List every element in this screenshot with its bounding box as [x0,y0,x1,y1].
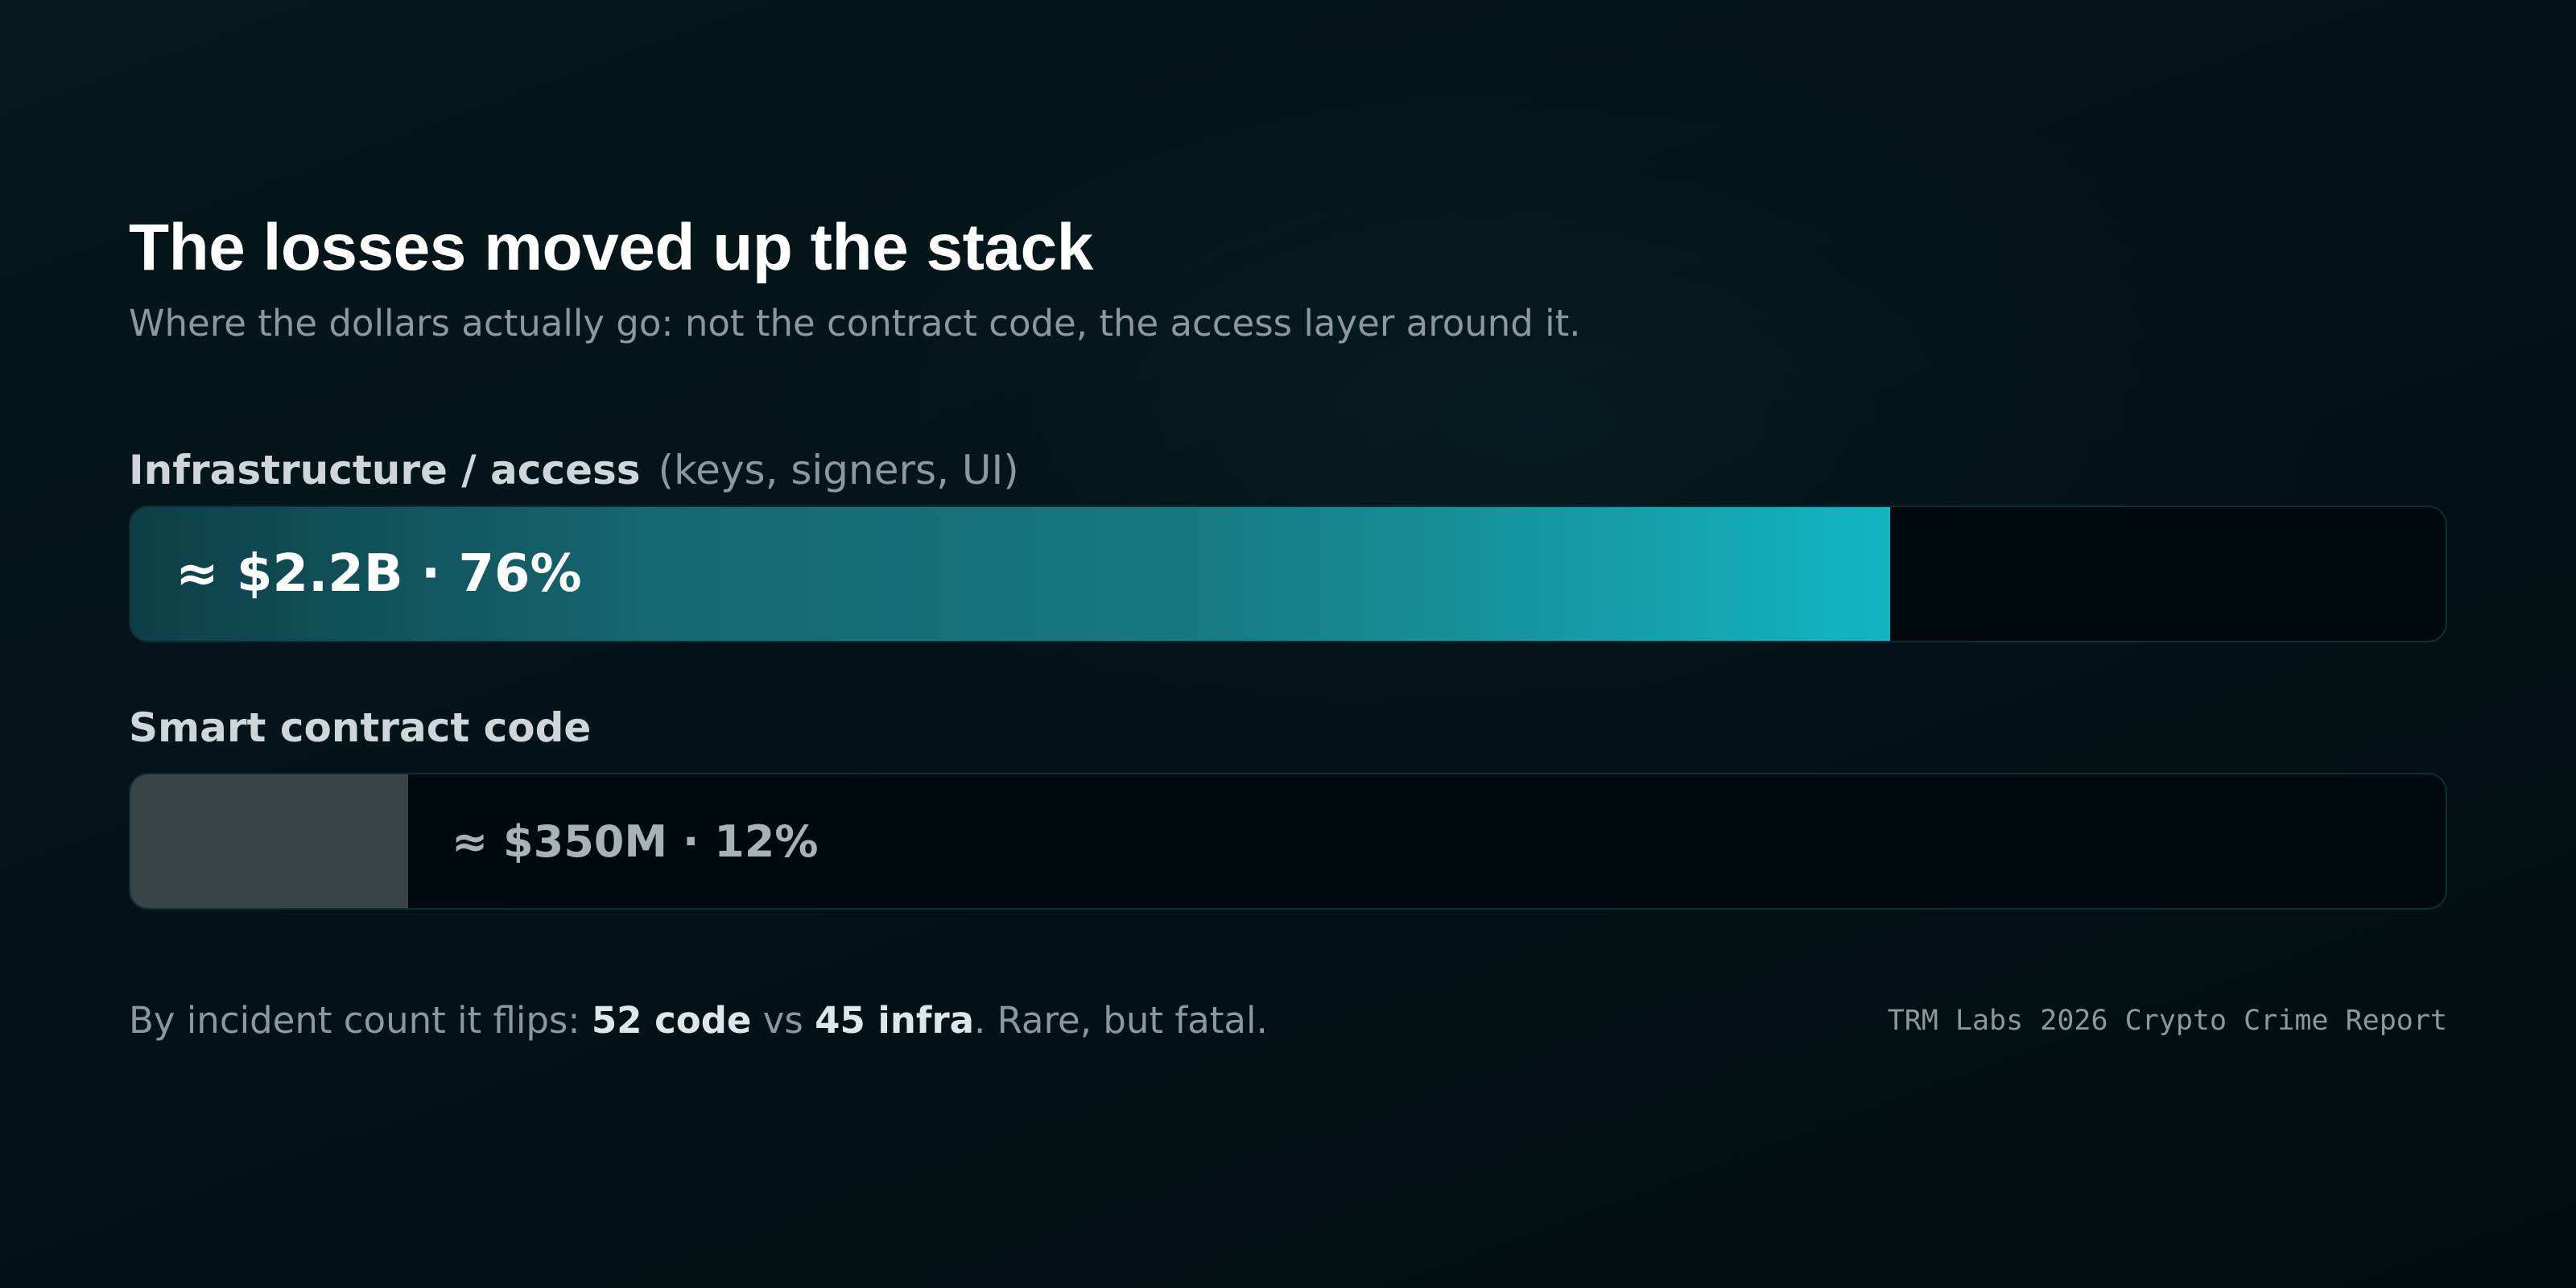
footnote: By incident count it flips: 52 code vs 4… [129,997,1268,1045]
footnote-code-count: 52 code [591,999,752,1042]
footnote-infra-count: 45 infra [815,999,975,1042]
category-detail: (keys, signers, UI) [658,447,1019,493]
footnote-suffix: . Rare, but fatal. [974,999,1268,1042]
bar-label-smart-contract: Smart contract code [129,704,2447,752]
chart-card: The losses moved up the stack Where the … [129,209,2447,1053]
footnote-middle: vs [751,999,815,1042]
category-label: Infrastructure / access [129,447,641,493]
bar-label-infrastructure: Infrastructure / access (keys, signers, U… [129,446,2447,494]
bar-smart-contract [130,774,408,908]
source-credit: TRM Labs 2026 Crypto Crime Report [1887,1005,2447,1037]
bar-row-smart-contract: Smart contract code ≈ $350M · 12% [129,704,2447,910]
data-label-smart-contract: ≈ $350M · 12% [452,815,819,867]
chart-title: The losses moved up the stack [129,211,1093,284]
bar-track-infrastructure: ≈ $2.2B · 76% [129,506,2447,642]
bar-track-smart-contract: ≈ $350M · 12% [129,773,2447,910]
bar-row-infrastructure: Infrastructure / access (keys, signers, U… [129,446,2447,642]
category-label: Smart contract code [129,704,592,751]
footnote-prefix: By incident count it flips: [129,999,592,1042]
data-label-infrastructure: ≈ $2.2B · 76% [175,544,582,604]
chart-subtitle: Where the dollars actually go: not the c… [129,302,1581,345]
chart-footer: By incident count it flips: 52 code vs 4… [129,997,2447,1053]
